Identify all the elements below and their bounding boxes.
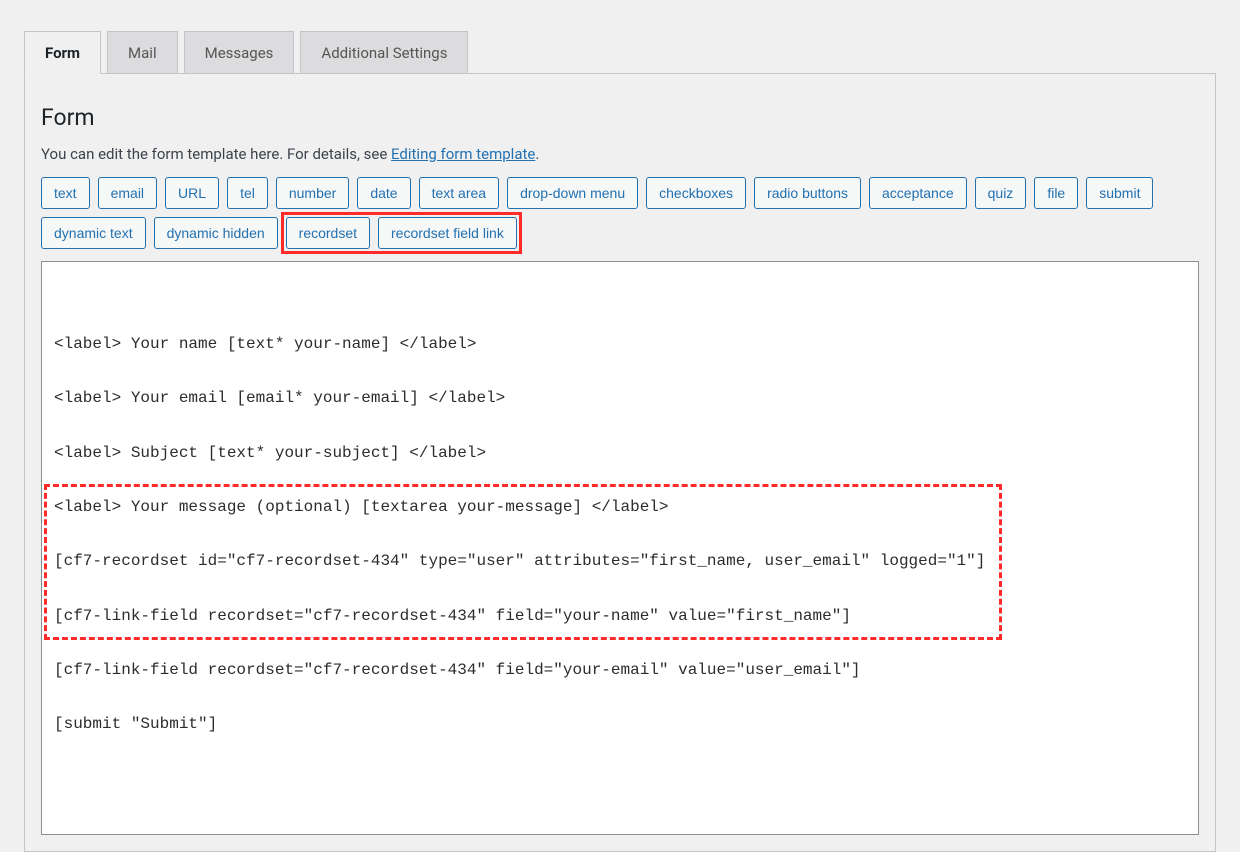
panel-description-prefix: You can edit the form template here. For… [41, 145, 391, 163]
tag-textarea-button[interactable]: text area [419, 177, 499, 209]
editing-form-template-link[interactable]: Editing form template [391, 145, 535, 163]
tag-button-bar: text email URL tel number date text area… [41, 177, 1199, 249]
tag-submit-button[interactable]: submit [1086, 177, 1153, 209]
tag-radio-button[interactable]: radio buttons [754, 177, 861, 209]
tag-text-button[interactable]: text [41, 177, 90, 209]
tag-date-button[interactable]: date [357, 177, 410, 209]
panel-description-suffix: . [535, 145, 539, 163]
tag-quiz-button[interactable]: quiz [975, 177, 1027, 209]
tag-acceptance-button[interactable]: acceptance [869, 177, 967, 209]
tag-number-button[interactable]: number [276, 177, 349, 209]
form-template-content: <label> Your name [text* your-name] </la… [54, 331, 1186, 739]
tag-tel-button[interactable]: tel [227, 177, 268, 209]
tab-additional-settings[interactable]: Additional Settings [300, 31, 468, 74]
tab-mail[interactable]: Mail [107, 31, 178, 74]
tag-email-button[interactable]: email [98, 177, 157, 209]
tag-recordset-button[interactable]: recordset [286, 217, 370, 249]
form-template-editor[interactable]: <label> Your name [text* your-name] </la… [41, 261, 1199, 835]
tab-form[interactable]: Form [24, 31, 101, 74]
tab-messages[interactable]: Messages [184, 31, 295, 74]
tag-recordset-field-link-button[interactable]: recordset field link [378, 217, 517, 249]
tag-file-button[interactable]: file [1034, 177, 1078, 209]
tag-checkboxes-button[interactable]: checkboxes [646, 177, 746, 209]
tag-dropdown-button[interactable]: drop-down menu [507, 177, 638, 209]
panel-heading: Form [41, 104, 1199, 131]
tag-url-button[interactable]: URL [165, 177, 219, 209]
tag-dynamic-hidden-button[interactable]: dynamic hidden [154, 217, 278, 249]
tab-bar: Form Mail Messages Additional Settings [24, 30, 1216, 73]
panel-description: You can edit the form template here. For… [41, 145, 1199, 163]
tag-dynamic-text-button[interactable]: dynamic text [41, 217, 146, 249]
form-panel: Form You can edit the form template here… [24, 73, 1216, 852]
